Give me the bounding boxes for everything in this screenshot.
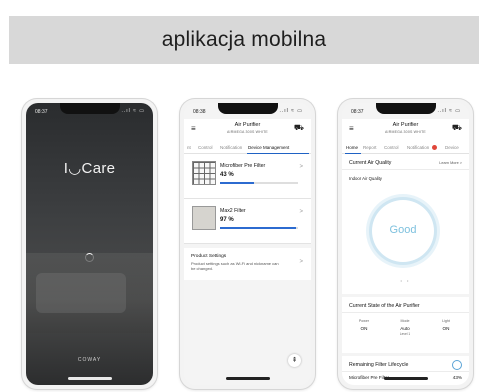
filter-progress-fill (220, 227, 296, 229)
chevron-right-icon: > (299, 164, 303, 170)
device-model: AIRMEGA 300S WHITE (385, 130, 426, 134)
cart-icon[interactable]: ⛟ (294, 123, 304, 133)
home-screen: 08:37 ..ıl ≈ ▭ ≡ Air Purifier AIRMEGA 30… (342, 103, 469, 385)
banner: aplikacja mobilna (9, 16, 479, 64)
filter-progress-fill (220, 182, 254, 184)
banner-title: aplikacja mobilna (161, 28, 327, 51)
splash-screen: 08:37 ..ıl ≈ ▭ I◡Care COWAY (26, 103, 153, 385)
tab-notification[interactable]: Notification (220, 145, 242, 150)
divider (342, 312, 469, 313)
filter-name: Microfiber Pre Filter (220, 163, 266, 169)
tab-device-management[interactable]: Device Management (248, 145, 289, 150)
air-quality-ring: Good (372, 200, 434, 262)
state-mode: Mode Auto Level 1 (385, 319, 425, 336)
status-icons: ..ıl ≈ ▭ (279, 108, 303, 114)
tab-report-partial[interactable]: nt (187, 145, 191, 150)
home-indicator[interactable] (225, 377, 270, 380)
state-value: Auto (400, 326, 410, 331)
air-quality-card: Current Air Quality Learn More > Indoor … (342, 154, 469, 294)
device-management-screen: 08:38 ..ıl ≈ ▭ ≡ Air Purifier AIRMEGA 30… (184, 103, 311, 385)
tab-control[interactable]: Control (198, 145, 213, 150)
phone-splash: 08:37 ..ıl ≈ ▭ I◡Care COWAY (22, 99, 157, 389)
filter-percent: 97 % (220, 217, 234, 223)
tab-notification[interactable]: Notification (407, 145, 429, 150)
filter-row[interactable]: Max2 Filter 97 % > (184, 199, 311, 244)
fab-icon[interactable]: ⇞ (288, 354, 301, 367)
phone-device-management: 08:38 ..ıl ≈ ▭ ≡ Air Purifier AIRMEGA 30… (180, 99, 315, 389)
tab-device[interactable]: Device (445, 145, 459, 150)
filter-progress-bar (220, 182, 298, 184)
loading-spinner-icon (85, 253, 94, 262)
refresh-circle-icon (452, 360, 462, 370)
home-indicator[interactable] (383, 377, 428, 380)
divider (342, 371, 469, 372)
status-time: 08:38 (193, 109, 206, 115)
indoor-air-label: Indoor Air Quality (349, 176, 382, 181)
lifecycle-percent: 43% (452, 375, 462, 380)
status-time: 08:37 (351, 109, 364, 115)
state-value: ON (360, 326, 368, 331)
state-title: Current State of the Air Purifier (349, 303, 420, 309)
filter-row[interactable]: Microfiber Pre Filter 43 % > (184, 154, 311, 199)
page-title: Air Purifier (234, 122, 261, 128)
state-light: Light ON (426, 319, 466, 331)
home-indicator[interactable] (67, 377, 112, 380)
iocare-logo: I◡Care (63, 160, 116, 177)
settings-title: Product Settings (191, 254, 227, 259)
status-icons: ..ıl ≈ ▭ (437, 108, 461, 114)
filter-name: Max2 Filter (220, 208, 246, 214)
status-bar: 08:37 ..ıl ≈ ▭ (26, 103, 153, 119)
chevron-right-icon: > (299, 259, 303, 265)
cart-icon[interactable]: ⛟ (452, 123, 462, 133)
filter-list: Microfiber Pre Filter 43 % > Max2 Filter… (184, 154, 311, 280)
state-sub: Level 1 (399, 332, 411, 336)
lifecycle-title: Remaining Filter Lifecycle (349, 362, 409, 368)
tab-report[interactable]: Report (363, 145, 377, 150)
product-settings-row[interactable]: Product Settings Product settings such a… (184, 248, 311, 280)
page-indicator-dots[interactable]: • • (342, 278, 469, 283)
tab-bar: nt Control Notification Device Managemen… (184, 141, 311, 154)
divider (342, 169, 469, 170)
state-power: Power ON (344, 319, 384, 331)
pre-filter-image (192, 161, 216, 185)
notification-badge-icon (432, 145, 437, 150)
filter-progress-bar (220, 227, 298, 229)
app-header: ≡ Air Purifier AIRMEGA 300S WHITE ⛟ (342, 119, 469, 141)
air-quality-status: Good (389, 224, 417, 236)
tab-control[interactable]: Control (384, 145, 399, 150)
app-header: ≡ Air Purifier AIRMEGA 300S WHITE ⛟ (184, 119, 311, 141)
device-model: AIRMEGA 300S WHITE (227, 130, 268, 134)
tab-home[interactable]: Home (346, 145, 358, 150)
settings-description: Product settings such as Wi-Fi and nickn… (191, 261, 279, 271)
air-quality-title: Current Air Quality (349, 160, 392, 166)
chevron-right-icon: > (299, 209, 303, 215)
state-label: Mode (400, 319, 410, 323)
filter-lifecycle-card[interactable]: Remaining Filter Lifecycle Microfiber Pr… (342, 356, 469, 385)
status-icons: ..ıl ≈ ▭ (121, 108, 145, 114)
status-bar: 08:37 ..ıl ≈ ▭ (342, 103, 469, 119)
tab-bar: Home Report Control Notification Device (342, 141, 469, 154)
state-label: Power (358, 319, 370, 323)
page-title: Air Purifier (392, 122, 419, 128)
phone-home: 08:37 ..ıl ≈ ▭ ≡ Air Purifier AIRMEGA 30… (338, 99, 473, 389)
purifier-state-card: Current State of the Air Purifier Power … (342, 297, 469, 353)
coway-brand: COWAY (77, 357, 102, 363)
max2-filter-image (192, 206, 216, 230)
state-label: Light (442, 319, 450, 323)
status-bar: 08:38 ..ıl ≈ ▭ (184, 103, 311, 119)
status-time: 08:37 (35, 109, 48, 115)
background-sofa (36, 273, 126, 313)
filter-percent: 43 % (220, 172, 234, 178)
learn-more-link[interactable]: Learn More > (439, 161, 462, 165)
state-value: ON (442, 326, 450, 331)
